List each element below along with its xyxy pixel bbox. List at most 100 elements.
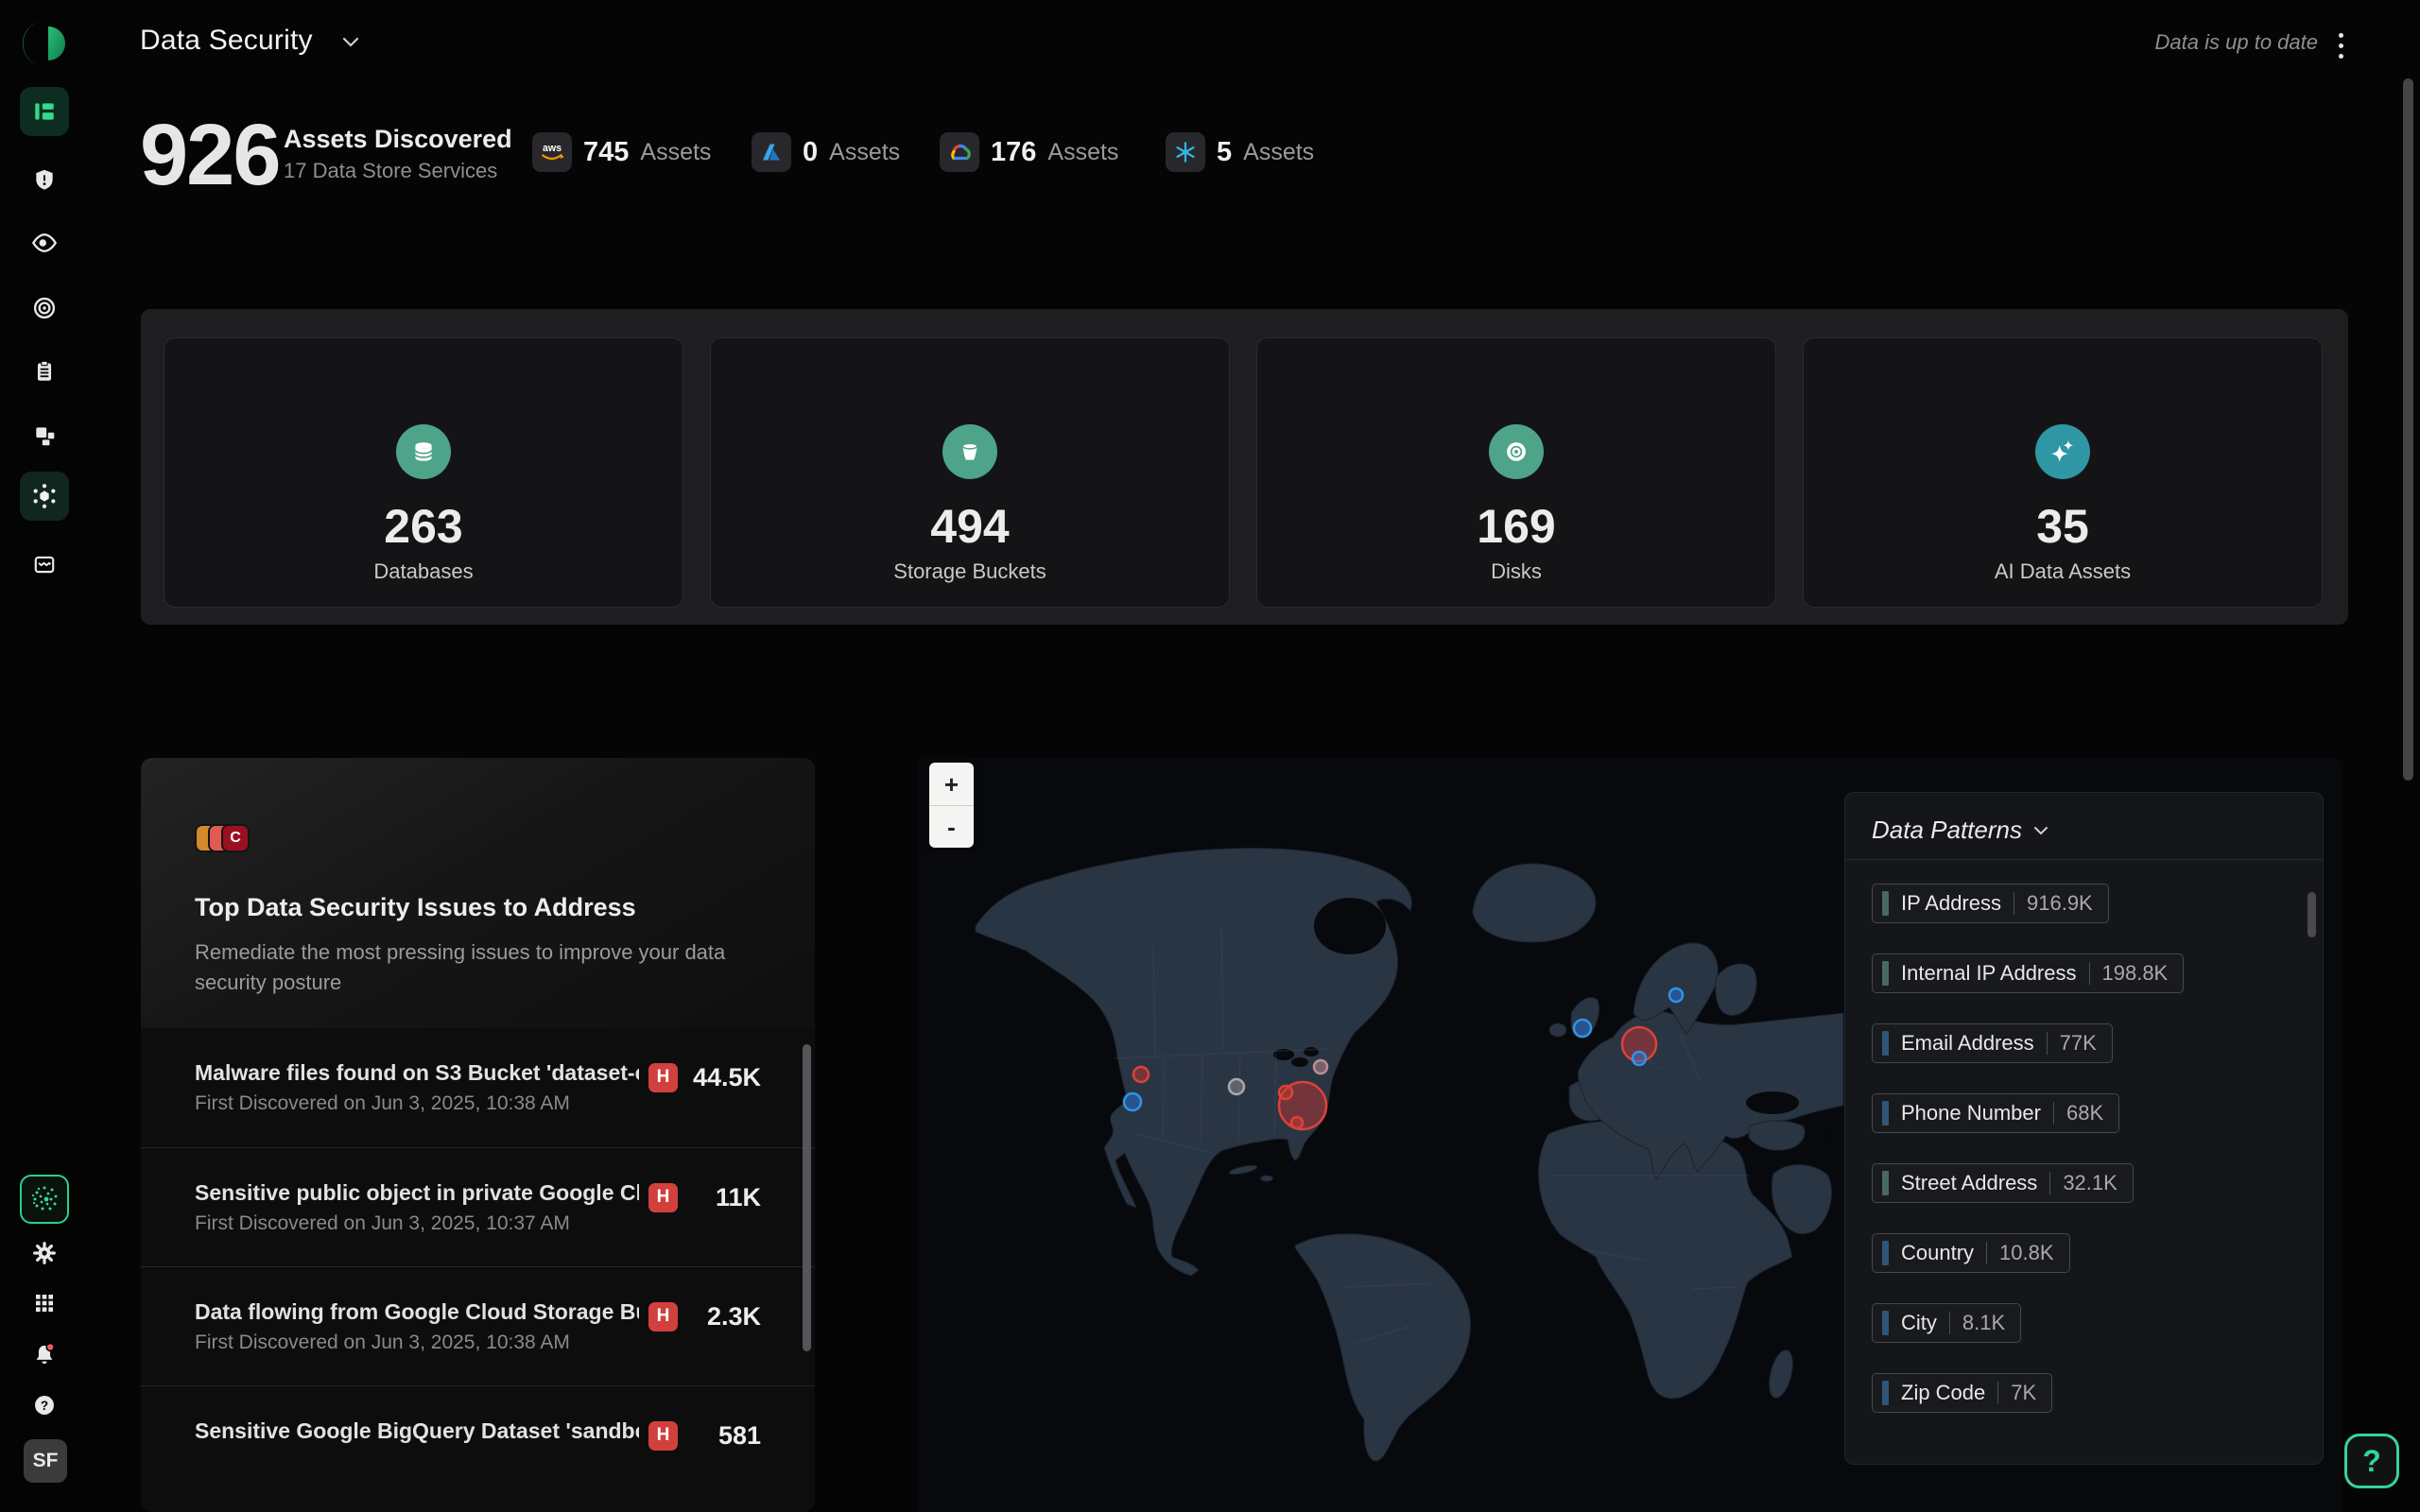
pattern-count: 916.9K (2027, 891, 2093, 916)
data-pattern-chip[interactable]: Street Address 32.1K (1872, 1163, 2134, 1203)
question-circle-icon: ? (32, 1393, 57, 1418)
issue-title: Sensitive Google BigQuery Dataset 'sandb… (195, 1418, 639, 1444)
map-bubble-red[interactable] (1291, 1117, 1303, 1128)
page-scrollbar[interactable] (2403, 78, 2413, 781)
blocks-icon (32, 423, 57, 448)
sidebar-item-integrations[interactable] (20, 411, 69, 460)
ai-dots-icon (28, 1183, 60, 1215)
sidebar-item-issues[interactable] (20, 155, 69, 204)
assets-total-title: Assets Discovered (284, 125, 512, 154)
card-disks[interactable]: 169 Disks (1256, 337, 1776, 608)
sidebar-item-dashboard[interactable] (20, 87, 69, 136)
map-bubble-blue[interactable] (1633, 1052, 1646, 1065)
sidebar: ? SF (0, 0, 90, 1512)
kebab-menu-icon[interactable] (2327, 26, 2354, 64)
sidebar-item-data-security[interactable] (20, 472, 69, 521)
provider-unit: Assets (829, 139, 900, 166)
sidebar-item-inventory[interactable] (20, 540, 69, 589)
pattern-count: 8.1K (1962, 1311, 2005, 1335)
target-icon (31, 295, 58, 321)
provider-stat-aws: aws 745 Assets (532, 130, 711, 174)
card-databases[interactable]: 263 Databases (164, 337, 683, 608)
page-title[interactable]: Data Security (140, 25, 313, 57)
data-patterns-scrollbar[interactable] (2308, 892, 2316, 937)
app-logo[interactable] (23, 17, 68, 75)
data-pattern-chip[interactable]: Phone Number 68K (1872, 1093, 2119, 1133)
card-storage-buckets[interactable]: 494 Storage Buckets (710, 337, 1230, 608)
data-pattern-chip[interactable]: City 8.1K (1872, 1303, 2021, 1343)
archive-box-icon (32, 552, 57, 576)
sidebar-item-visibility[interactable] (20, 218, 69, 267)
hive-icon (31, 483, 58, 509)
bell-icon (31, 1341, 58, 1367)
database-icon (396, 424, 451, 479)
shield-alert-icon (32, 167, 57, 192)
pattern-count: 198.8K (2102, 961, 2169, 986)
data-pattern-chip[interactable]: IP Address 916.9K (1872, 884, 2109, 923)
chevron-down-icon[interactable] (342, 36, 359, 53)
severity-badge: H (648, 1302, 678, 1332)
map-bubble-gray[interactable] (1229, 1079, 1244, 1094)
data-pattern-chip[interactable]: Email Address 77K (1872, 1023, 2113, 1063)
issue-row[interactable]: Sensitive Google BigQuery Dataset 'sandb… (141, 1385, 815, 1504)
sidebar-item-detections[interactable] (20, 284, 69, 333)
assets-total-subtitle: 17 Data Store Services (284, 159, 497, 183)
snowflake-icon (1166, 132, 1205, 172)
sidebar-item-ai-assistant[interactable] (20, 1175, 69, 1224)
pattern-label: Phone Number (1901, 1101, 2041, 1125)
svg-text:?: ? (41, 1399, 48, 1413)
provider-count: 176 (991, 137, 1036, 168)
map-bubble-blue[interactable] (1574, 1020, 1591, 1037)
provider-unit: Assets (640, 139, 711, 166)
data-pattern-chip[interactable]: Country 10.8K (1872, 1233, 2070, 1273)
azure-icon (752, 132, 791, 172)
sidebar-item-notifications[interactable] (20, 1330, 69, 1379)
issue-count: 44.5K (691, 1063, 761, 1092)
zoom-in-button[interactable]: + (929, 763, 974, 805)
map-bubble-muted[interactable] (1314, 1060, 1327, 1074)
data-pattern-chip[interactable]: Zip Code 7K (1872, 1373, 2052, 1413)
issue-count: 11K (691, 1183, 761, 1212)
data-patterns-list: IP Address 916.9K Internal IP Address 19… (1872, 884, 2184, 1443)
user-avatar[interactable]: SF (24, 1439, 67, 1483)
issue-row[interactable]: Malware files found on S3 Bucket 'datase… (141, 1028, 815, 1147)
map-bubble-red[interactable] (1279, 1086, 1292, 1099)
provider-count: 745 (583, 137, 629, 168)
issue-discovered: First Discovered on Jun 3, 2025, 10:37 A… (195, 1212, 570, 1235)
issue-row[interactable]: Sensitive public object in private Googl… (141, 1147, 815, 1266)
data-pattern-chip[interactable]: Internal IP Address 198.8K (1872, 954, 2184, 993)
gear-icon (32, 1241, 57, 1265)
card-ai-data-assets[interactable]: 35 AI Data Assets (1803, 337, 2323, 608)
sidebar-item-policies[interactable] (20, 347, 69, 396)
data-patterns-dropdown[interactable]: Data Patterns (1872, 816, 2048, 845)
bucket-icon (942, 424, 997, 479)
zoom-out-button[interactable]: - (929, 805, 974, 848)
card-label: Databases (164, 559, 683, 584)
provider-stat-snowflake: 5 Assets (1166, 130, 1314, 174)
issues-subtitle: Remediate the most pressing issues to im… (195, 937, 752, 998)
map-bubble-blue[interactable] (1124, 1093, 1141, 1110)
severity-badge: H (648, 1183, 678, 1212)
map-bubble-blue[interactable] (1669, 988, 1683, 1002)
issues-title: Top Data Security Issues to Address (195, 893, 636, 922)
assets-total: 926 (140, 106, 280, 205)
issue-count: 2.3K (691, 1302, 761, 1332)
sidebar-item-settings[interactable] (20, 1228, 69, 1278)
pattern-label: Zip Code (1901, 1381, 1985, 1405)
top-issues-header: C Top Data Security Issues to Address Re… (141, 758, 815, 1028)
cyera-logo-icon (23, 17, 68, 70)
help-button[interactable]: ? (2344, 1434, 2399, 1488)
sidebar-item-help[interactable]: ? (20, 1381, 69, 1430)
issue-title: Data flowing from Google Cloud Storage B… (195, 1299, 639, 1325)
severity-badge: H (648, 1063, 678, 1092)
card-value: 263 (164, 499, 683, 554)
pattern-count: 68K (2066, 1101, 2103, 1125)
sidebar-item-apps[interactable] (20, 1279, 69, 1328)
map-bubble-red[interactable] (1133, 1067, 1149, 1082)
pattern-label: Internal IP Address (1901, 961, 2077, 986)
severity-stack-icon: C (195, 824, 255, 856)
card-value: 35 (1804, 499, 2322, 554)
issue-row[interactable]: Data flowing from Google Cloud Storage B… (141, 1266, 815, 1385)
pattern-count: 10.8K (1999, 1241, 2054, 1265)
issues-scrollbar[interactable] (803, 1044, 811, 1351)
